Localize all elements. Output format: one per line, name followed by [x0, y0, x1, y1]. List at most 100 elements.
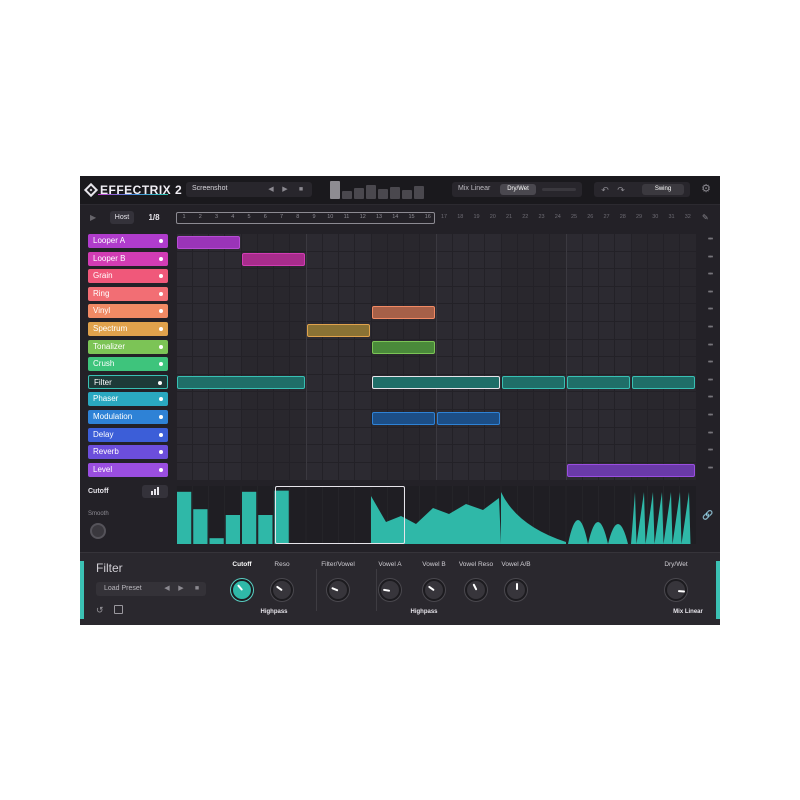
- prev-icon[interactable]: ◀: [162, 584, 172, 594]
- step-number[interactable]: 22: [517, 214, 533, 220]
- vowel-a-b-knob[interactable]: [505, 579, 527, 601]
- step-number[interactable]: 30: [647, 214, 663, 220]
- lane-bar[interactable]: [225, 515, 240, 544]
- effect-toggle-dot[interactable]: [159, 256, 163, 261]
- lane-bar[interactable]: [193, 509, 208, 544]
- filter-vowel-knob[interactable]: [327, 579, 349, 601]
- effect-clip[interactable]: [372, 341, 435, 355]
- effect-toggle-dot[interactable]: [159, 309, 163, 314]
- play-icon[interactable]: ▶: [90, 213, 96, 222]
- row-menu-icon[interactable]: •••: [704, 324, 716, 331]
- row-menu-icon[interactable]: •••: [704, 254, 716, 261]
- effect-clip[interactable]: [372, 376, 500, 390]
- step-number[interactable]: 21: [501, 214, 517, 220]
- save-icon[interactable]: ■: [192, 584, 202, 594]
- step-number[interactable]: 24: [550, 214, 566, 220]
- effect-item-phaser[interactable]: Phaser: [88, 392, 168, 407]
- step-number[interactable]: 17: [436, 214, 452, 220]
- step-number[interactable]: 27: [599, 214, 615, 220]
- host-button[interactable]: Host: [110, 211, 134, 224]
- link-icon[interactable]: 🔗: [702, 510, 713, 521]
- effect-clip[interactable]: [372, 305, 435, 319]
- row-menu-icon[interactable]: •••: [704, 271, 716, 278]
- step-number[interactable]: 12: [355, 214, 371, 220]
- gear-icon[interactable]: ⚙: [700, 183, 712, 195]
- effect-toggle-dot[interactable]: [158, 380, 162, 385]
- reset-icon[interactable]: ↺: [96, 605, 104, 616]
- pattern-slot-active[interactable]: [330, 181, 340, 199]
- effect-clip[interactable]: [177, 376, 305, 390]
- step-number[interactable]: 29: [631, 214, 647, 220]
- row-menu-icon[interactable]: •••: [704, 447, 716, 454]
- effect-toggle-dot[interactable]: [159, 344, 163, 349]
- effect-clip[interactable]: [242, 253, 305, 267]
- step-number[interactable]: 23: [534, 214, 550, 220]
- step-number[interactable]: 20: [485, 214, 501, 220]
- effect-clip[interactable]: [502, 376, 565, 390]
- step-number[interactable]: 2: [192, 214, 208, 220]
- modulation-lane[interactable]: [175, 486, 696, 544]
- next-preset-icon[interactable]: ▶: [280, 185, 290, 195]
- vowel-b-knob[interactable]: [423, 579, 445, 601]
- effect-item-reverb[interactable]: Reverb: [88, 445, 168, 460]
- row-menu-icon[interactable]: •••: [704, 289, 716, 296]
- effect-clip[interactable]: [307, 323, 370, 337]
- pattern-slot[interactable]: [414, 186, 424, 199]
- lane-bar[interactable]: [258, 515, 273, 544]
- smooth-knob[interactable]: [90, 523, 106, 539]
- mix-mode-box[interactable]: Mix Linear Dry/Wet: [452, 182, 582, 197]
- effect-toggle-dot[interactable]: [159, 274, 163, 279]
- effect-clip[interactable]: [567, 376, 630, 390]
- step-number[interactable]: 25: [566, 214, 582, 220]
- lane-curve-spikes[interactable]: [631, 492, 691, 544]
- cutoff-knob[interactable]: [231, 579, 253, 601]
- vowel-reso-knob[interactable]: [465, 579, 487, 601]
- step-number[interactable]: 1: [176, 214, 192, 220]
- lane-bar[interactable]: [242, 491, 257, 544]
- effect-clip[interactable]: [437, 411, 500, 425]
- effect-toggle-dot[interactable]: [159, 397, 163, 402]
- effect-item-crush[interactable]: Crush: [88, 357, 168, 372]
- row-menu-icon[interactable]: •••: [704, 394, 716, 401]
- step-number[interactable]: 31: [664, 214, 680, 220]
- mix-slider[interactable]: [542, 188, 576, 191]
- step-number[interactable]: 3: [209, 214, 225, 220]
- row-menu-icon[interactable]: •••: [704, 359, 716, 366]
- vowel-mode-label[interactable]: Highpass: [394, 609, 454, 615]
- effect-clip[interactable]: [177, 235, 240, 249]
- effect-item-level[interactable]: Level: [88, 462, 168, 477]
- effect-item-delay[interactable]: Delay: [88, 427, 168, 442]
- sequencer-grid[interactable]: [176, 234, 696, 480]
- dry-wet-knob[interactable]: [665, 579, 687, 601]
- effect-toggle-dot[interactable]: [159, 450, 163, 455]
- effect-clip[interactable]: [372, 411, 435, 425]
- row-menu-icon[interactable]: •••: [704, 412, 716, 419]
- redo-icon[interactable]: ↷: [616, 185, 626, 195]
- row-menu-icon[interactable]: •••: [704, 377, 716, 384]
- effect-item-filter[interactable]: Filter: [88, 374, 168, 389]
- lane-selection[interactable]: [275, 486, 405, 544]
- vowel-a-knob[interactable]: [379, 579, 401, 601]
- preset-selector[interactable]: Screenshot ◀ ▶ ■: [186, 182, 312, 197]
- rate-button[interactable]: 1/8: [142, 211, 166, 224]
- effect-toggle-dot[interactable]: [159, 415, 163, 419]
- step-number[interactable]: 10: [322, 214, 338, 220]
- row-menu-icon[interactable]: •••: [704, 342, 716, 349]
- drywet-button[interactable]: Dry/Wet: [500, 184, 536, 195]
- effect-item-modulation[interactable]: Modulation: [88, 410, 168, 424]
- effect-toggle-dot[interactable]: [159, 467, 163, 472]
- effect-item-looper-a[interactable]: Looper A: [88, 234, 168, 248]
- step-number[interactable]: 16: [420, 214, 436, 220]
- effect-toggle-dot[interactable]: [159, 432, 163, 437]
- save-preset-icon[interactable]: ■: [296, 185, 306, 195]
- prev-preset-icon[interactable]: ◀: [266, 185, 276, 195]
- lane-bar[interactable]: [177, 491, 192, 544]
- mix-mode-sub-label[interactable]: Mix Linear: [658, 609, 718, 615]
- effect-item-grain[interactable]: Grain: [88, 269, 168, 284]
- effect-item-looper-b[interactable]: Looper B: [88, 251, 168, 266]
- effect-toggle-dot[interactable]: [159, 362, 163, 367]
- lane-shape-button[interactable]: [142, 485, 168, 498]
- step-number[interactable]: 5: [241, 214, 257, 220]
- effect-item-tonalizer[interactable]: Tonalizer: [88, 339, 168, 354]
- step-number[interactable]: 9: [306, 214, 322, 220]
